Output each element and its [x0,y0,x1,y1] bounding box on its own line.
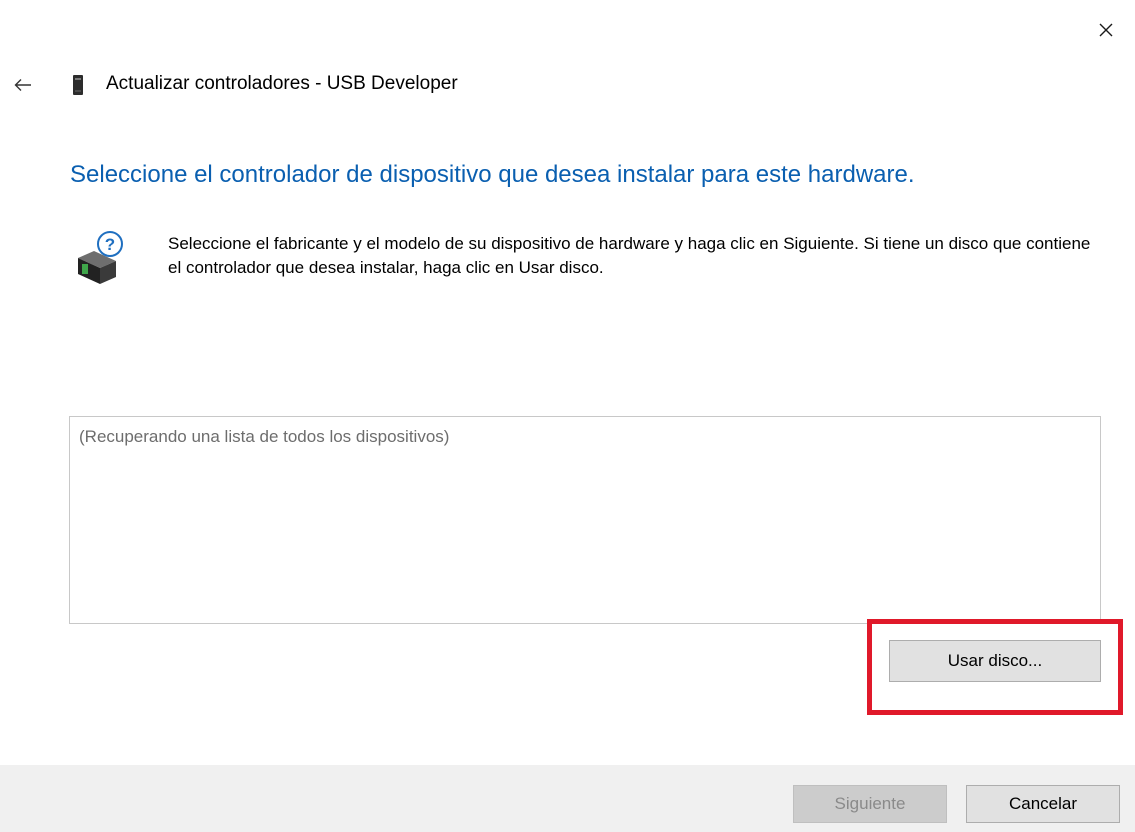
close-button[interactable] [1084,10,1128,50]
use-disk-button[interactable]: Usar disco... [889,640,1101,682]
usb-device-icon [73,75,83,95]
update-drivers-dialog: Actualizar controladores - USB Developer… [0,0,1135,832]
svg-text:?: ? [105,235,115,254]
close-icon [1099,23,1113,37]
window-title: Actualizar controladores - USB Developer [106,73,458,94]
dialog-header: Actualizar controladores - USB Developer [0,64,700,104]
device-list-status: (Recuperando una lista de todos los disp… [79,427,450,446]
back-button[interactable] [6,68,40,102]
arrow-left-icon [14,79,31,91]
instructions-text: Seleccione el fabricante y el modelo de … [168,234,1091,277]
hardware-question-icon: ? [78,231,123,284]
device-list[interactable]: (Recuperando una lista de todos los disp… [69,416,1101,624]
next-button[interactable]: Siguiente [793,785,947,823]
dialog-footer: Siguiente Cancelar [0,765,1135,832]
cancel-button[interactable]: Cancelar [966,785,1120,823]
page-heading: Seleccione el controlador de dispositivo… [70,161,915,188]
